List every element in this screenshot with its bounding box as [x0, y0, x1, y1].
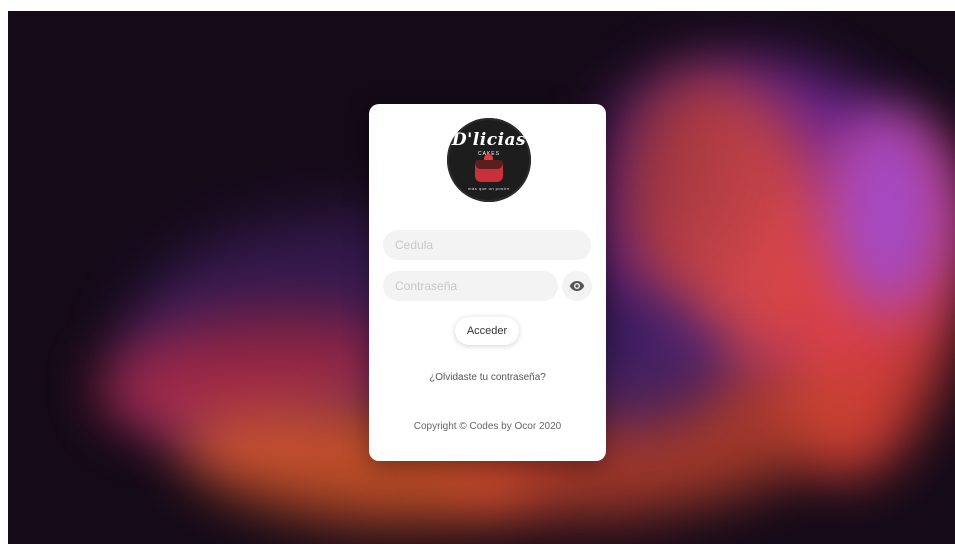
forgot-password-link[interactable]: ¿Olvidaste tu contraseña?	[369, 372, 606, 383]
cake-icon	[475, 160, 503, 182]
logo-ribbon-text: más que un postre	[468, 186, 510, 191]
eye-icon	[569, 281, 585, 291]
acceder-button[interactable]: Acceder	[455, 317, 519, 345]
brand-logo: D'licias CAKES más que un postre	[447, 118, 531, 202]
logo-brand-text: D'licias	[451, 130, 527, 150]
copyright-text: Copyright © Codes by Ocor 2020	[413, 421, 562, 432]
login-card: D'licias CAKES más que un postre Acceder…	[369, 104, 606, 461]
cedula-input[interactable]	[383, 230, 591, 260]
password-input[interactable]	[383, 271, 558, 301]
toggle-password-button[interactable]	[562, 271, 592, 301]
